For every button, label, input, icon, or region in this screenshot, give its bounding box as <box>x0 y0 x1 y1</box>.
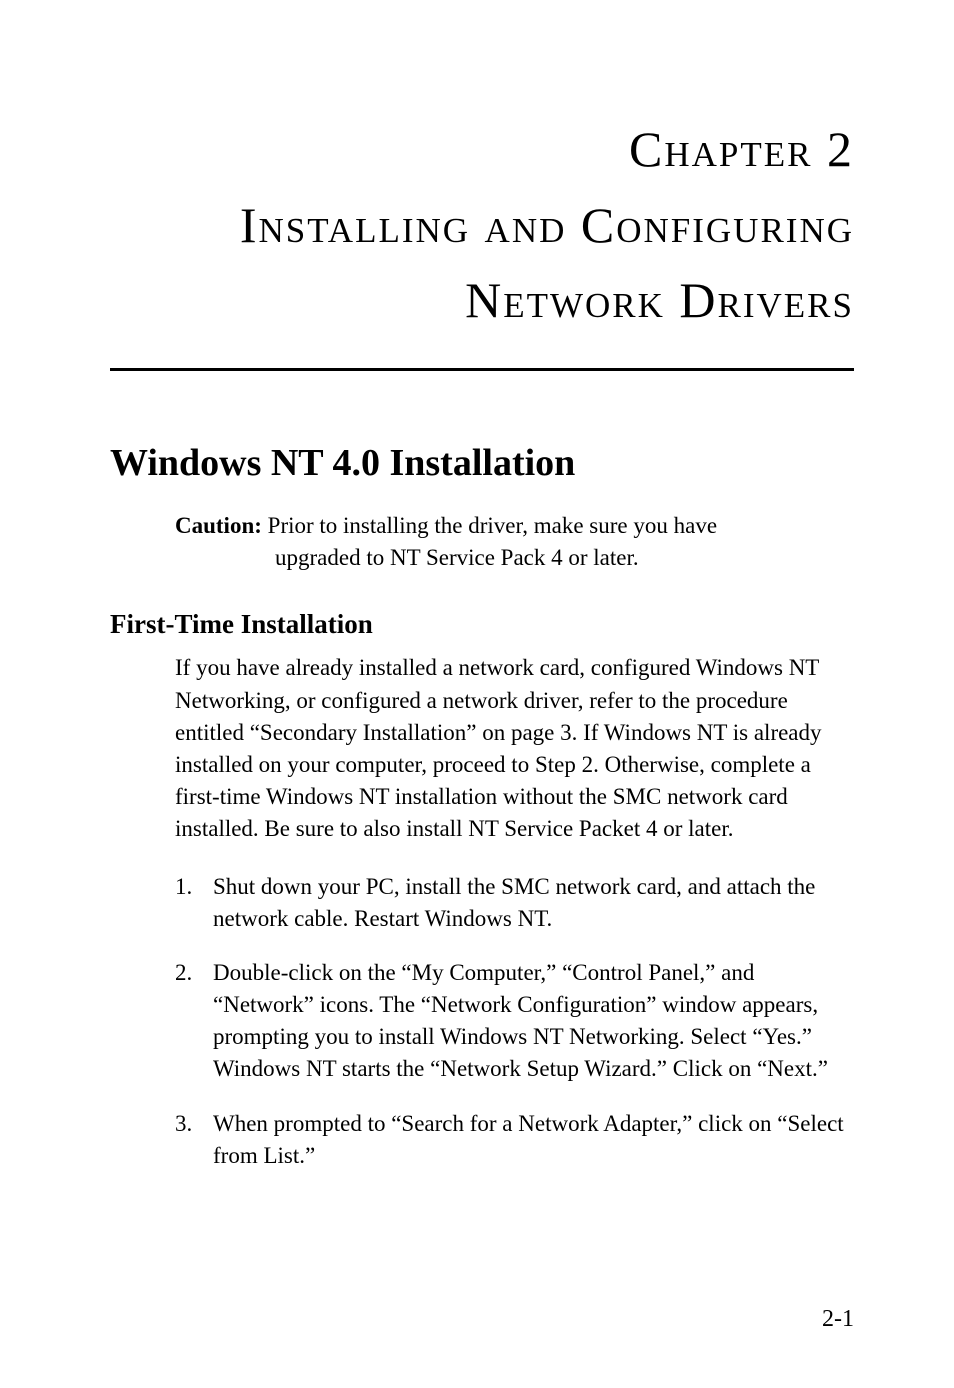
subsection-heading: First-Time Installation <box>110 609 854 640</box>
chapter-title: Installing and Configuring Network Drive… <box>110 188 854 338</box>
body-paragraph: If you have already installed a network … <box>175 652 854 845</box>
caution-text-line2: upgraded to NT Service Pack 4 or later. <box>275 542 854 574</box>
chapter-divider <box>110 368 854 371</box>
item-number: 2. <box>175 957 213 1086</box>
caution-text-line1: Prior to installing the driver, make sur… <box>268 513 717 538</box>
item-text: Double-click on the “My Computer,” “Cont… <box>213 957 854 1086</box>
item-text: When prompted to “Search for a Network A… <box>213 1108 854 1172</box>
item-number: 1. <box>175 871 213 935</box>
list-item: 1. Shut down your PC, install the SMC ne… <box>175 871 854 935</box>
section-heading: Windows NT 4.0 Installation <box>110 441 854 485</box>
chapter-label: Chapter 2 <box>110 120 854 178</box>
item-text: Shut down your PC, install the SMC netwo… <box>213 871 854 935</box>
caution-label: Caution: <box>175 513 262 538</box>
numbered-list: 1. Shut down your PC, install the SMC ne… <box>175 871 854 1173</box>
page-number: 2-1 <box>822 1306 854 1333</box>
caution-block: Caution: Prior to installing the driver,… <box>175 510 854 574</box>
item-number: 3. <box>175 1108 213 1172</box>
chapter-title-line2: Network Drivers <box>465 272 854 328</box>
list-item: 3. When prompted to “Search for a Networ… <box>175 1108 854 1172</box>
list-item: 2. Double-click on the “My Computer,” “C… <box>175 957 854 1086</box>
chapter-title-line1: Installing and Configuring <box>240 197 854 253</box>
